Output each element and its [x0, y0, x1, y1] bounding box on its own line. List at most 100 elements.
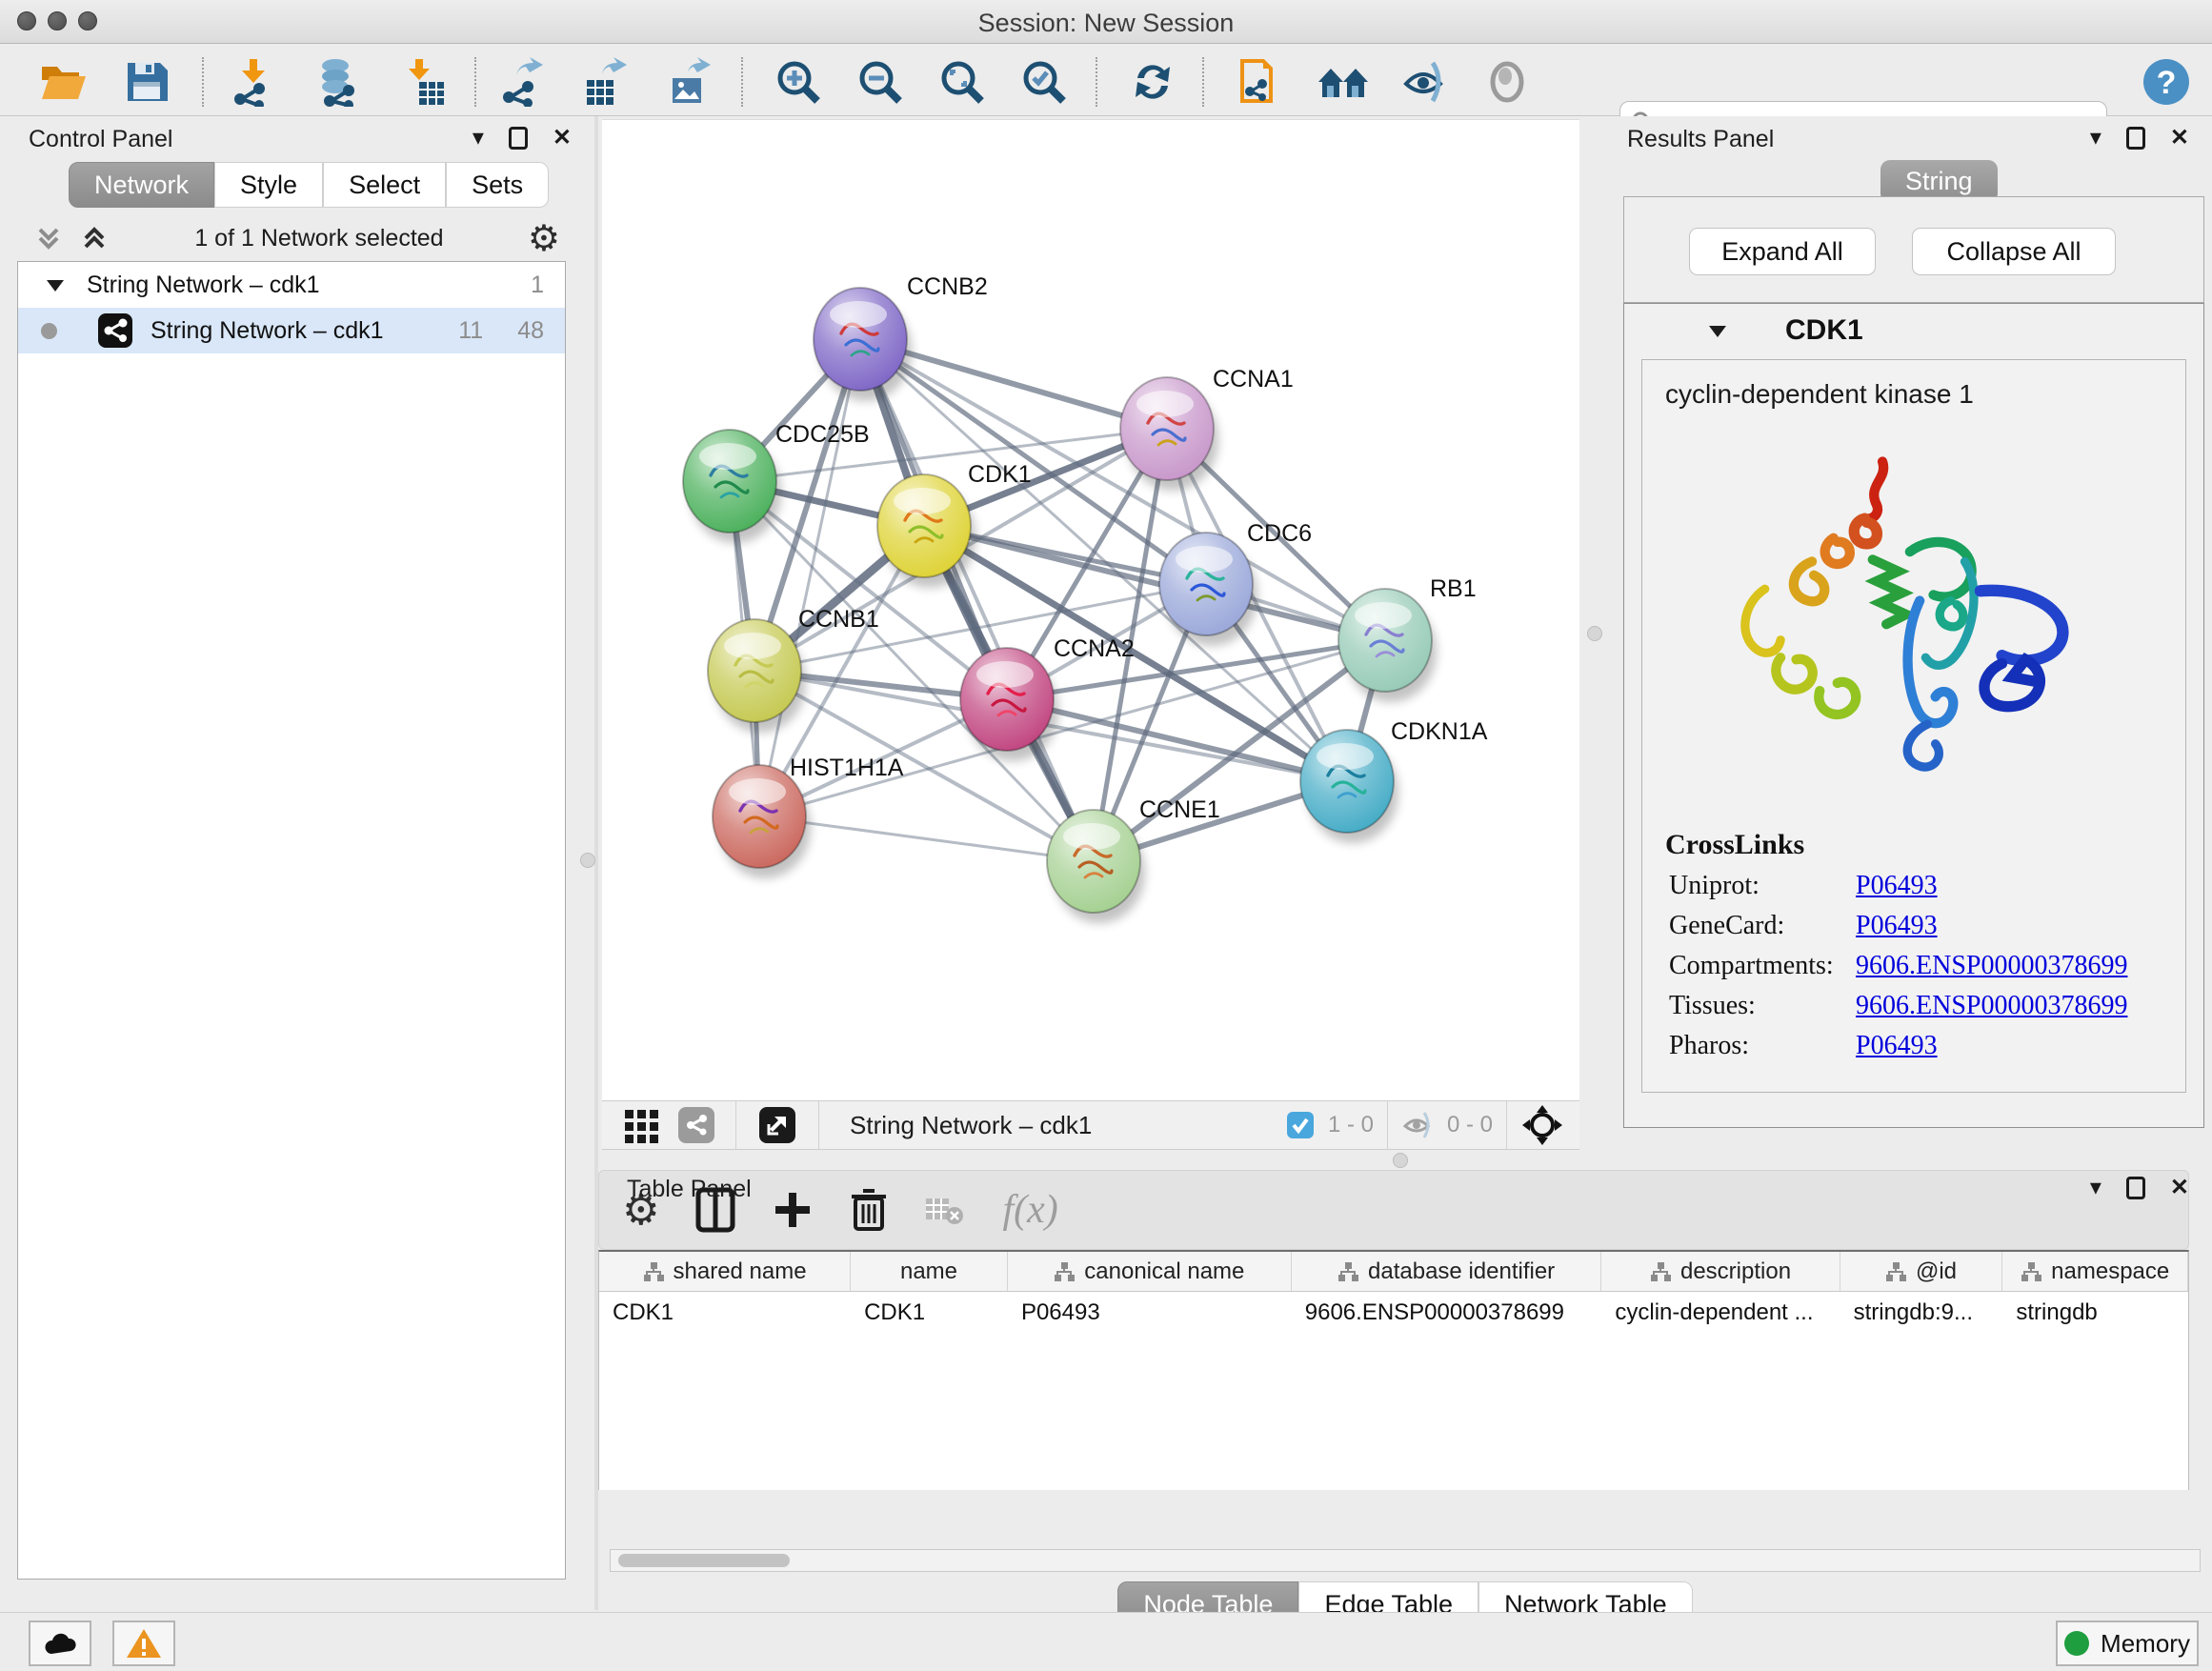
- grid-view-icon[interactable]: [623, 1106, 661, 1144]
- open-view-in-window-icon[interactable]: [759, 1107, 795, 1143]
- add-column-icon[interactable]: [772, 1189, 814, 1231]
- column-header-sharedname[interactable]: shared name: [599, 1252, 851, 1291]
- export-table-file-icon[interactable]: [581, 57, 631, 107]
- cytoscape-window: Session: New Session: [0, 0, 2212, 1671]
- results-panel-title: Results Panel: [1627, 126, 1774, 153]
- protein-expanded-icon[interactable]: [1707, 320, 1728, 341]
- collapse-all-button[interactable]: Collapse All: [1912, 228, 2116, 275]
- control-panel-tabs: Network Style Select Sets: [69, 162, 549, 208]
- crosslink-link[interactable]: 9606.ENSP00000378699: [1856, 951, 2127, 981]
- column-header-id[interactable]: @id: [1840, 1252, 2003, 1291]
- tab-network[interactable]: Network: [69, 162, 214, 208]
- network-canvas[interactable]: CCNB2CCNA1CDC25BCDK1CDC6RB1CCNB1CCNA2CDK…: [602, 119, 1579, 1100]
- crosslink-row: Tissues:9606.ENSP00000378699: [1669, 991, 2185, 1021]
- crosslink-link[interactable]: 9606.ENSP00000378699: [1856, 991, 2127, 1021]
- collection-label: String Network – cdk1: [87, 272, 320, 299]
- control-panel-collapse-icon[interactable]: ▾: [473, 124, 484, 151]
- crosslinks-list: Uniprot:P06493GeneCard:P06493Compartment…: [1642, 871, 2185, 1061]
- memory-label: Memory: [2101, 1629, 2190, 1659]
- cloud-status-button[interactable]: [29, 1621, 91, 1666]
- network-toolbar-separator: [818, 1100, 819, 1150]
- export-network-file-icon[interactable]: [499, 57, 549, 107]
- import-network-database-icon[interactable]: [311, 57, 360, 107]
- results-panel-collapse-icon[interactable]: ▾: [2090, 124, 2101, 151]
- left-splitter-handle[interactable]: [580, 853, 595, 868]
- delete-table-icon-disabled: [924, 1193, 966, 1227]
- collapse-all-networks-icon[interactable]: [32, 222, 65, 254]
- column-header-description[interactable]: description: [1601, 1252, 1840, 1291]
- node-table: shared namenamecanonical namedatabase id…: [598, 1250, 2189, 1490]
- export-image-icon[interactable]: [665, 57, 714, 107]
- tab-style[interactable]: Style: [214, 162, 323, 208]
- main-toolbar: ?: [0, 44, 2212, 116]
- share-document-icon[interactable]: [1235, 57, 1284, 107]
- column-header-name[interactable]: name: [851, 1252, 1008, 1291]
- toolbar-separator: [741, 57, 743, 107]
- show-eye-icon[interactable]: [1482, 57, 1532, 107]
- birds-eye-crosshair-icon[interactable]: [1520, 1103, 1564, 1147]
- right-splitter-handle[interactable]: [1587, 626, 1602, 641]
- network-current-dot-icon: [41, 323, 57, 339]
- results-panel-close-icon[interactable]: ✕: [2170, 124, 2189, 151]
- zoom-fit-icon[interactable]: [937, 57, 987, 107]
- crosslink-label: Pharos:: [1669, 1031, 1856, 1061]
- column-header-canonicalname[interactable]: canonical name: [1008, 1252, 1292, 1291]
- crosslink-link[interactable]: P06493: [1856, 1031, 1938, 1061]
- table-horizontal-scrollbar[interactable]: [610, 1549, 2201, 1572]
- crosslinks-heading: CrossLinks: [1665, 829, 2185, 861]
- svg-text:?: ?: [2157, 65, 2177, 101]
- crosslink-row: Pharos:P06493: [1669, 1031, 2185, 1061]
- tab-sets[interactable]: Sets: [446, 162, 549, 208]
- zoom-in-icon[interactable]: [774, 57, 823, 107]
- table-row[interactable]: CDK1CDK1P064939606.ENSP00000378699cyclin…: [599, 1292, 2188, 1334]
- home-icon[interactable]: [1317, 57, 1366, 107]
- help-icon[interactable]: ?: [2142, 57, 2191, 107]
- table-cell: CDK1: [599, 1292, 851, 1334]
- collection-expanded-icon[interactable]: [45, 274, 66, 295]
- crosslink-row: Uniprot:P06493: [1669, 871, 2185, 901]
- memory-button[interactable]: Memory: [2056, 1621, 2199, 1666]
- results-panel-float-icon[interactable]: [2126, 127, 2145, 150]
- column-network-icon: [1337, 1261, 1358, 1282]
- open-session-icon[interactable]: [38, 57, 88, 107]
- protein-section-header[interactable]: CDK1: [1625, 305, 2202, 356]
- refresh-view-icon[interactable]: [1128, 57, 1177, 107]
- table-panel-collapse-icon[interactable]: ▾: [2090, 1174, 2101, 1201]
- table-cell: 9606.ENSP00000378699: [1292, 1292, 1602, 1334]
- import-network-file-icon[interactable]: [229, 57, 278, 107]
- collection-count: 1: [531, 272, 544, 299]
- table-panel-float-icon[interactable]: [2126, 1177, 2145, 1199]
- function-builder-icon-disabled: f(x): [1002, 1187, 1057, 1233]
- control-panel-close-icon[interactable]: ✕: [553, 124, 572, 151]
- zoom-selected-icon[interactable]: [1019, 57, 1069, 107]
- network-row-selected[interactable]: String Network – cdk1 11 48: [18, 308, 565, 353]
- expand-all-button[interactable]: Expand All: [1689, 228, 1876, 275]
- network-edge-count: 48: [517, 317, 544, 345]
- crosslink-link[interactable]: P06493: [1856, 871, 1938, 901]
- results-panel: Results Panel ▾ ✕ String Expand All Coll…: [1616, 116, 2212, 1151]
- hide-results-icon[interactable]: [1400, 57, 1450, 107]
- control-panel: Control Panel ▾ ✕ Network Style Select S…: [0, 116, 598, 1610]
- selected-checkbox-icon[interactable]: [1286, 1111, 1315, 1139]
- network-collection-row[interactable]: String Network – cdk1 1: [18, 262, 565, 308]
- tab-select[interactable]: Select: [323, 162, 446, 208]
- expand-all-networks-icon[interactable]: [78, 222, 111, 254]
- hidden-eye-icon: [1401, 1111, 1434, 1139]
- crosslink-link[interactable]: P06493: [1856, 911, 1938, 941]
- save-session-icon[interactable]: [122, 57, 171, 107]
- import-table-file-icon[interactable]: [398, 57, 448, 107]
- bottom-splitter-handle[interactable]: [1393, 1153, 1408, 1168]
- column-header-namespace[interactable]: namespace: [2002, 1252, 2188, 1291]
- network-share-view-icon[interactable]: [678, 1107, 714, 1143]
- memory-status-dot: [2064, 1631, 2089, 1656]
- network-graph[interactable]: CCNB2CCNA1CDC25BCDK1CDC6RB1CCNB1CCNA2CDK…: [602, 120, 1579, 1101]
- scrollbar-thumb[interactable]: [618, 1554, 790, 1567]
- control-panel-float-icon[interactable]: [509, 127, 528, 150]
- delete-column-icon[interactable]: [850, 1187, 888, 1233]
- network-share-icon: [97, 312, 133, 349]
- zoom-out-icon[interactable]: [855, 57, 905, 107]
- column-header-databaseidentifier[interactable]: database identifier: [1292, 1252, 1602, 1291]
- warnings-button[interactable]: [112, 1621, 175, 1666]
- table-panel-close-icon[interactable]: ✕: [2170, 1174, 2189, 1201]
- network-list-gear-icon[interactable]: ⚙: [528, 217, 560, 259]
